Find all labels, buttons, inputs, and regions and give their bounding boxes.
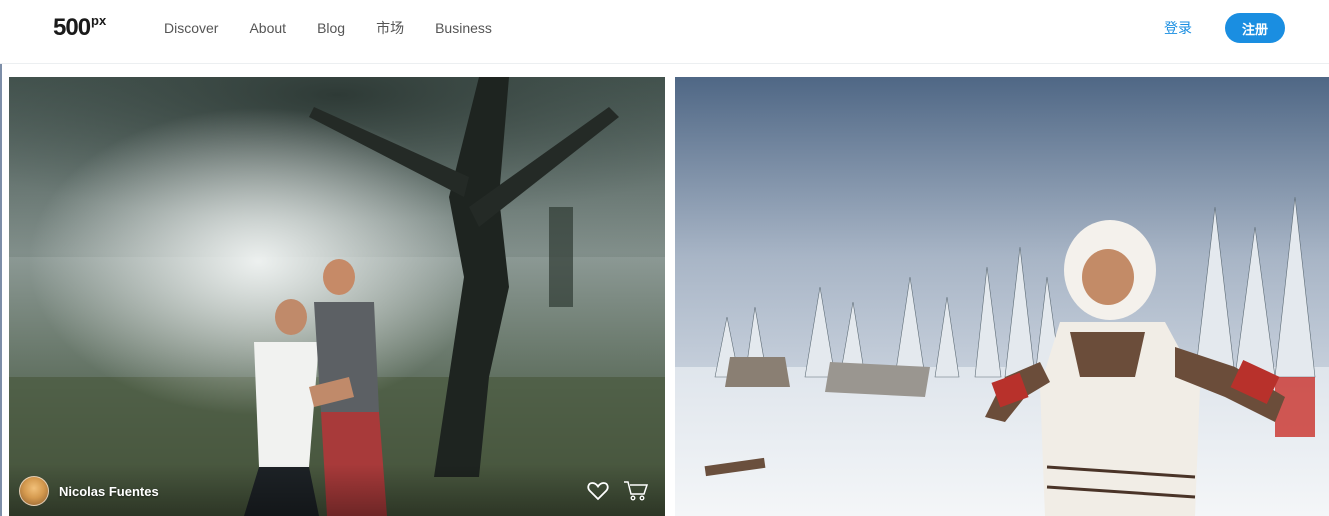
nav-market[interactable]: 市场 — [376, 19, 404, 37]
login-link[interactable]: 登录 — [1164, 18, 1192, 38]
nav-about[interactable]: About — [249, 19, 286, 37]
photo-image-1 — [9, 77, 665, 516]
nav-discover[interactable]: Discover — [164, 19, 218, 37]
photo-author[interactable]: Nicolas Fuentes — [19, 476, 159, 506]
author-name[interactable]: Nicolas Fuentes — [59, 484, 159, 499]
logo[interactable]: 500 px — [53, 14, 106, 42]
top-navigation-bar: 500 px Discover About Blog 市场 Business 登… — [0, 0, 1329, 64]
photo-actions — [587, 480, 649, 502]
avatar[interactable] — [19, 476, 49, 506]
logo-sup-text: px — [91, 13, 107, 28]
main-nav: Discover About Blog 市场 Business — [164, 19, 523, 37]
heart-icon[interactable] — [587, 481, 609, 501]
nav-business[interactable]: Business — [435, 19, 492, 37]
logo-main-text: 500 — [53, 14, 91, 41]
nav-blog[interactable]: Blog — [317, 19, 345, 37]
cart-icon[interactable] — [623, 480, 649, 502]
photo-card-2[interactable] — [675, 77, 1329, 516]
window-edge — [0, 0, 2, 516]
photo-image-2 — [675, 77, 1329, 516]
signup-button[interactable]: 注册 — [1225, 13, 1285, 43]
photo-card-1[interactable]: Nicolas Fuentes — [9, 77, 665, 516]
